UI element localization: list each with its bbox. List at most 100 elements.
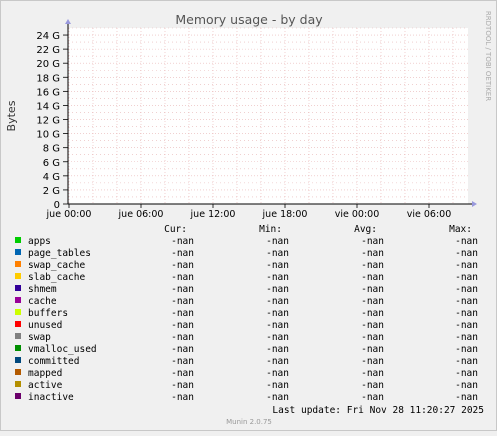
legend-name: page_tables [28,248,91,259]
legend-row: unused -nan -nan -nan -nan [15,320,478,331]
legend-avg: -nan [361,320,384,331]
legend-cur: -nan [171,296,194,307]
y-tick-label: 22 G [36,45,60,56]
legend-name: shmem [28,284,57,295]
legend-swatch [15,249,21,255]
legend-avg: -nan [361,296,384,307]
legend-row: apps -nan -nan -nan -nan [15,236,478,247]
legend-name: swap [28,332,51,343]
legend-min: -nan [266,308,289,319]
legend-avg: -nan [361,344,384,355]
y-tick-label: 24 G [36,31,60,42]
legend-name: mapped [28,368,62,379]
legend-row: cache -nan -nan -nan -nan [15,296,478,307]
legend-swatch [15,273,21,279]
legend-swatch [15,381,21,387]
legend-cur: -nan [171,248,194,259]
legend-avg: -nan [361,332,384,343]
legend-min: -nan [266,284,289,295]
legend-max: -nan [455,392,478,403]
chart-title: Memory usage - by day [175,12,323,27]
legend-name: vmalloc_used [28,344,97,355]
x-tick-label: vie 06:00 [407,209,452,220]
legend-avg: -nan [361,368,384,379]
legend-name: buffers [28,308,68,319]
legend-min: -nan [266,236,289,247]
legend-cur: -nan [171,344,194,355]
x-axis-arrow [472,201,477,207]
legend-cur: -nan [171,260,194,271]
legend-max: -nan [455,344,478,355]
legend-name: cache [28,296,57,307]
legend-avg: -nan [361,392,384,403]
last-update-text: Last update: Fri Nov 28 11:20:27 2025 [272,405,484,416]
legend-cur: -nan [171,308,194,319]
legend-cur: -nan [171,332,194,343]
y-tick-label: 14 G [36,101,60,112]
legend-max: -nan [455,380,478,391]
legend-min: -nan [266,296,289,307]
legend-avg: -nan [361,248,384,259]
legend-avg: -nan [361,260,384,271]
legend-min: -nan [266,320,289,331]
legend-min: -nan [266,380,289,391]
x-tick-label: jue 18:00 [262,209,308,220]
y-tick-label: 20 G [36,59,60,70]
legend-row: vmalloc_used -nan -nan -nan -nan [15,344,478,355]
y-axis-ticks: 02 G4 G6 G8 G10 G12 G14 G16 G18 G20 G22 … [36,31,68,211]
legend-min: -nan [266,248,289,259]
y-axis-arrow [65,19,71,24]
legend-row: swap -nan -nan -nan -nan [15,332,478,343]
legend-swatch [15,297,21,303]
legend-max: -nan [455,332,478,343]
legend-max: -nan [455,272,478,283]
legend-name: unused [28,320,62,331]
legend-cur: -nan [171,380,194,391]
legend-avg: -nan [361,236,384,247]
legend-max: -nan [455,296,478,307]
y-tick-label: 6 G [43,158,60,169]
legend-row: buffers -nan -nan -nan -nan [15,308,478,319]
legend-swatch [15,345,21,351]
legend-min: -nan [266,272,289,283]
legend-row: shmem -nan -nan -nan -nan [15,284,478,295]
legend-cur: -nan [171,392,194,403]
legend-min: -nan [266,356,289,367]
legend-header-max: Max: [449,224,472,235]
legend-avg: -nan [361,308,384,319]
legend-avg: -nan [361,284,384,295]
legend-min: -nan [266,392,289,403]
legend: Cur: Min: Avg: Max: apps -nan -nan -nan -nan… [15,224,478,403]
legend-avg: -nan [361,272,384,283]
x-tick-label: jue 12:00 [190,209,236,220]
legend-cur: -nan [171,236,194,247]
legend-row: slab_cache -nan -nan -nan -nan [15,272,478,283]
legend-row: page_tables -nan -nan -nan -nan [15,248,478,259]
legend-swatch [15,321,21,327]
y-tick-label: 12 G [36,116,60,127]
legend-swatch [15,393,21,399]
legend-min: -nan [266,344,289,355]
legend-swatch [15,237,21,243]
legend-swatch [15,333,21,339]
legend-cur: -nan [171,272,194,283]
plot-area [68,28,468,204]
legend-swatch [15,261,21,267]
legend-min: -nan [266,368,289,379]
legend-row: mapped -nan -nan -nan -nan [15,368,478,379]
legend-min: -nan [266,260,289,271]
x-axis-ticks: jue 00:00 jue 06:00 jue 12:00 jue 18:00 vie … [46,204,452,220]
legend-max: -nan [455,248,478,259]
legend-swatch [15,357,21,363]
y-tick-label: 16 G [36,87,60,98]
legend-name: slab_cache [28,272,85,283]
legend-swatch [15,369,21,375]
legend-row: committed -nan -nan -nan -nan [15,356,478,367]
legend-max: -nan [455,284,478,295]
y-tick-label: 2 G [43,186,60,197]
legend-swatch [15,309,21,315]
legend-swatch [15,285,21,291]
legend-header-cur: Cur: [164,224,187,235]
legend-cur: -nan [171,368,194,379]
y-axis-label: Bytes [5,100,18,131]
